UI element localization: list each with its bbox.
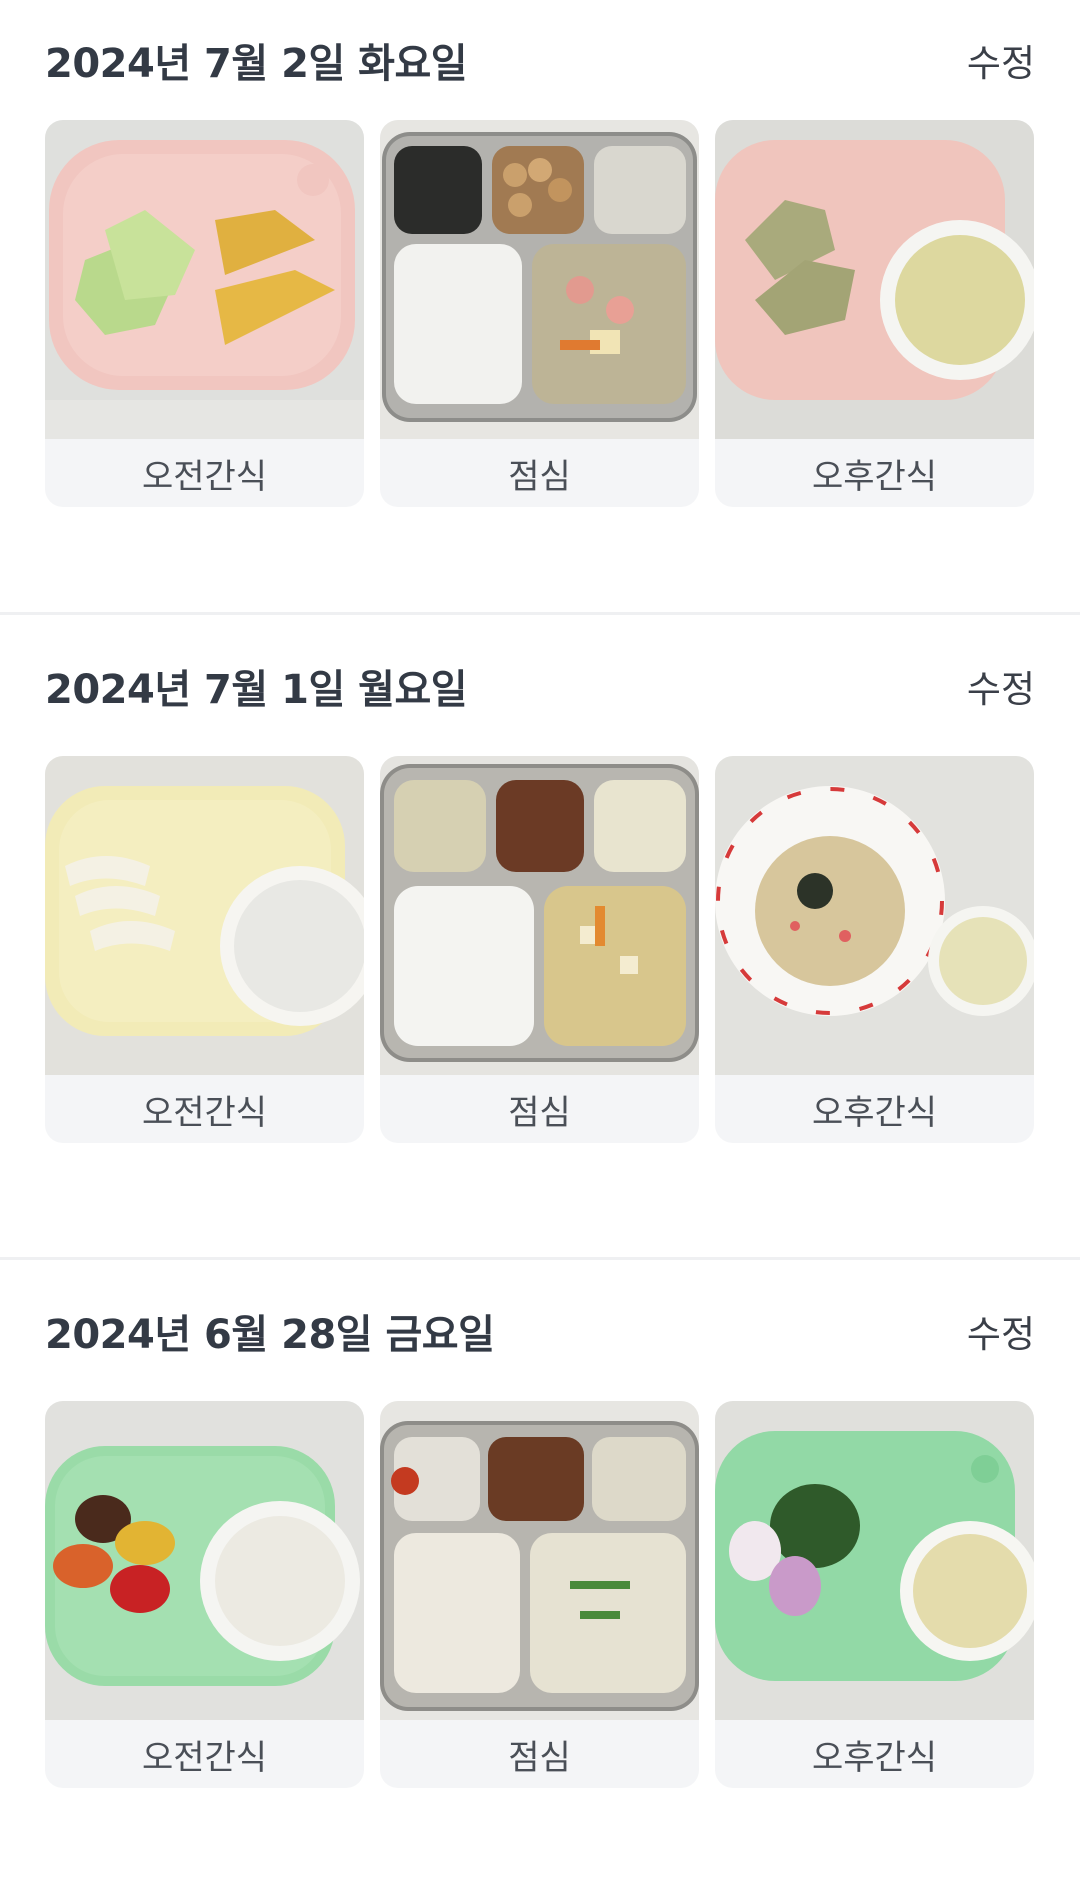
day-title: 2024년 6월 28일 금요일 [45,1312,495,1358]
meal-card-afternoon-snack[interactable]: 오후간식 [715,120,1034,507]
meal-card-afternoon-snack[interactable]: 오후간식 [715,1401,1034,1788]
meal-label: 점심 [508,456,571,497]
day-header: 2024년 6월 28일 금요일 수정 [45,1291,1035,1371]
meal-photo[interactable] [45,120,364,439]
meal-card-afternoon-snack[interactable]: 오후간식 [715,756,1034,1143]
meal-photo[interactable] [380,756,699,1075]
meal-label: 오전간식 [141,1092,268,1133]
meal-photo[interactable] [45,756,364,1075]
meal-label: 오후간식 [811,456,938,497]
meal-card-morning-snack[interactable]: 오전간식 [45,1401,364,1788]
day-header: 2024년 7월 1일 월요일 수정 [45,646,1035,726]
meal-photo[interactable] [715,1401,1034,1720]
day-title: 2024년 7월 2일 화요일 [45,41,468,87]
section-divider [0,1257,1080,1260]
meal-label: 오전간식 [141,456,268,497]
meal-card-morning-snack[interactable]: 오전간식 [45,756,364,1143]
edit-button[interactable]: 수정 [967,659,1035,713]
meal-label: 오전간식 [141,1737,268,1778]
meal-card-lunch[interactable]: 점심 [380,756,699,1143]
meal-card-lunch[interactable]: 점심 [380,120,699,507]
meal-photo[interactable] [715,120,1034,439]
edit-button[interactable]: 수정 [967,33,1035,87]
meal-card-morning-snack[interactable]: 오전간식 [45,120,364,507]
edit-button[interactable]: 수정 [967,1304,1035,1358]
meal-photo[interactable] [715,756,1034,1075]
meal-label: 점심 [508,1092,571,1133]
meal-label: 오후간식 [811,1092,938,1133]
day-title: 2024년 7월 1일 월요일 [45,667,468,713]
section-divider [0,612,1080,615]
meal-label: 오후간식 [811,1737,938,1778]
meal-photo[interactable] [380,1401,699,1720]
day-header: 2024년 7월 2일 화요일 수정 [45,20,1035,100]
meal-photo[interactable] [380,120,699,439]
meal-list: 오전간식 점심 오후간식 [45,756,1034,1143]
meal-label: 점심 [508,1737,571,1778]
meal-photo[interactable] [45,1401,364,1720]
meal-card-lunch[interactable]: 점심 [380,1401,699,1788]
meal-list: 오전간식 점심 오후간식 [45,120,1034,507]
meal-list: 오전간식 점심 오후간식 [45,1401,1034,1788]
